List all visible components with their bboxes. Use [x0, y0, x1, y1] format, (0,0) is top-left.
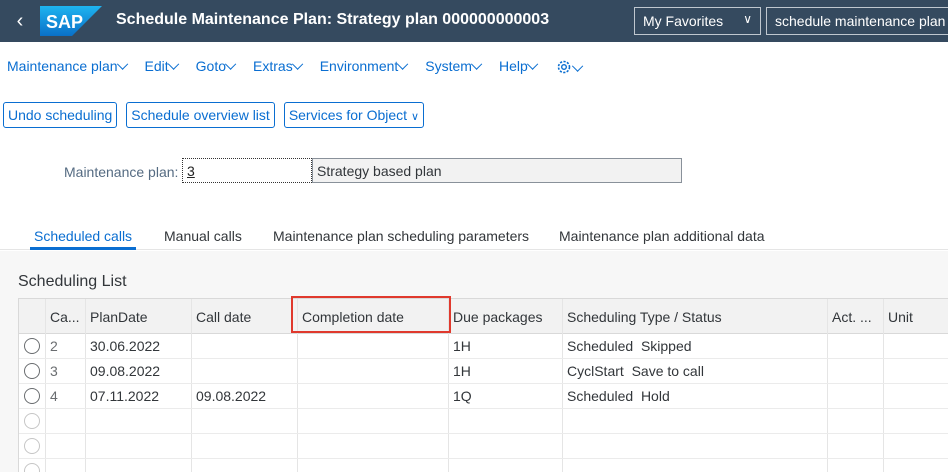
plan-description-field: Strategy based plan: [312, 158, 682, 183]
chevron-down-icon: [470, 58, 483, 70]
tab-bar: Scheduled calls Manual calls Maintenance…: [0, 220, 948, 250]
column-header-unit[interactable]: Unit: [888, 309, 913, 325]
row-select-radio[interactable]: [24, 363, 40, 379]
column-header-call[interactable]: Ca...: [50, 309, 80, 325]
table-row-empty[interactable]: [19, 459, 948, 472]
column-header-scheduling-status[interactable]: Scheduling Type / Status: [567, 309, 722, 325]
column-header-call-date[interactable]: Call date: [196, 309, 251, 325]
due-packages: 1Q: [453, 388, 472, 404]
sap-logo-text: SAP: [46, 12, 83, 32]
chevron-down-icon: [571, 60, 584, 72]
services-label: Services for Object: [288, 107, 408, 123]
menu-label: Extras: [253, 58, 293, 74]
tab-manual-calls[interactable]: Manual calls: [164, 228, 242, 244]
table-row[interactable]: 4 07.11.2022 09.08.2022 1Q Scheduled Hol…: [19, 384, 948, 409]
column-header-plan-date[interactable]: PlanDate: [90, 309, 148, 325]
call-number: 3: [50, 363, 58, 379]
menu-extras[interactable]: Extras: [253, 58, 303, 78]
chevron-down-icon: [116, 58, 128, 70]
row-select-radio[interactable]: [24, 413, 40, 429]
toolbar: Undo scheduling Schedule overview list S…: [3, 102, 425, 128]
menu-edit[interactable]: Edit: [145, 58, 179, 78]
scheduling-status: CyclStart Save to call: [567, 363, 704, 379]
menu-label: Goto: [195, 58, 227, 74]
favorites-label: My Favorites: [643, 13, 724, 29]
chevron-down-icon: [291, 58, 303, 70]
menu-settings[interactable]: [555, 58, 584, 78]
row-select-radio[interactable]: [24, 463, 40, 472]
page-title: Schedule Maintenance Plan: Strategy plan…: [116, 11, 550, 28]
plan-number: 3: [187, 163, 195, 179]
column-header-due-packages[interactable]: Due packages: [453, 309, 543, 325]
table-row[interactable]: 3 09.08.2022 1H CyclStart Save to call: [19, 359, 948, 384]
menu-maintenance-plan[interactable]: Maintenance plan: [7, 58, 128, 78]
active-tab-indicator: [30, 247, 136, 250]
chevron-down-icon: [167, 58, 179, 70]
undo-scheduling-button[interactable]: Undo scheduling: [3, 102, 118, 128]
call-date: 09.08.2022: [196, 388, 267, 404]
services-for-object-button[interactable]: Services for Object ∨: [283, 102, 425, 128]
search-input[interactable]: schedule maintenance plan: [766, 7, 948, 35]
scheduling-list-title: Scheduling List: [18, 273, 127, 290]
schedule-overview-button[interactable]: Schedule overview list: [126, 102, 275, 128]
chevron-down-icon: [397, 58, 409, 70]
plan-label: Maintenance plan:: [64, 164, 179, 180]
chevron-down-icon: [526, 58, 539, 70]
scheduling-status: Scheduled Hold: [567, 388, 670, 404]
menu-label: Edit: [144, 58, 169, 74]
menu-help[interactable]: Help: [498, 58, 539, 78]
back-button[interactable]: ‹: [6, 6, 34, 36]
tab-additional-data[interactable]: Maintenance plan additional data: [559, 228, 765, 244]
due-packages: 1H: [453, 338, 471, 354]
menu-label: Maintenance plan: [7, 58, 118, 74]
row-select-radio[interactable]: [24, 438, 40, 454]
plan-number-field[interactable]: 3: [182, 158, 312, 183]
column-header-completion-date[interactable]: Completion date: [302, 309, 404, 325]
chevron-down-icon: [224, 58, 237, 70]
table-row-empty[interactable]: [19, 434, 948, 459]
row-select-radio[interactable]: [24, 388, 40, 404]
table-row-empty[interactable]: [19, 409, 948, 434]
due-packages: 1H: [453, 363, 471, 379]
menu-environment[interactable]: Environment: [320, 58, 409, 78]
row-select-radio[interactable]: [24, 338, 40, 354]
favorites-dropdown[interactable]: My Favorites ∨: [634, 7, 761, 35]
gear-icon: [557, 60, 571, 74]
call-number: 2: [50, 338, 58, 354]
plan-date: 30.06.2022: [90, 338, 161, 354]
column-header-act[interactable]: Act. ...: [832, 309, 872, 325]
menu-bar: Maintenance plan Edit Goto Extras Enviro…: [0, 58, 600, 78]
table-row[interactable]: 2 30.06.2022 1H Scheduled Skipped: [19, 334, 948, 359]
menu-label: Help: [498, 58, 528, 74]
plan-date: 09.08.2022: [90, 363, 161, 379]
call-number: 4: [50, 388, 58, 404]
scheduling-table: Ca... PlanDate Call date Completion date…: [18, 298, 948, 472]
chevron-down-icon: ∨: [410, 111, 420, 123]
sap-logo[interactable]: SAP: [40, 6, 102, 36]
menu-label: Environment: [319, 58, 399, 74]
scheduling-status: Scheduled Skipped: [567, 338, 692, 354]
chevron-down-icon: ∨: [743, 12, 752, 26]
menu-label: System: [425, 58, 472, 74]
tab-scheduled-calls[interactable]: Scheduled calls: [34, 228, 132, 244]
tab-scheduling-parameters[interactable]: Maintenance plan scheduling parameters: [273, 228, 529, 244]
menu-system[interactable]: System: [425, 58, 483, 78]
shell-bar: ‹ SAP Schedule Maintenance Plan: Strateg…: [0, 0, 948, 42]
menu-goto[interactable]: Goto: [195, 58, 237, 78]
plan-date: 07.11.2022: [90, 388, 160, 404]
